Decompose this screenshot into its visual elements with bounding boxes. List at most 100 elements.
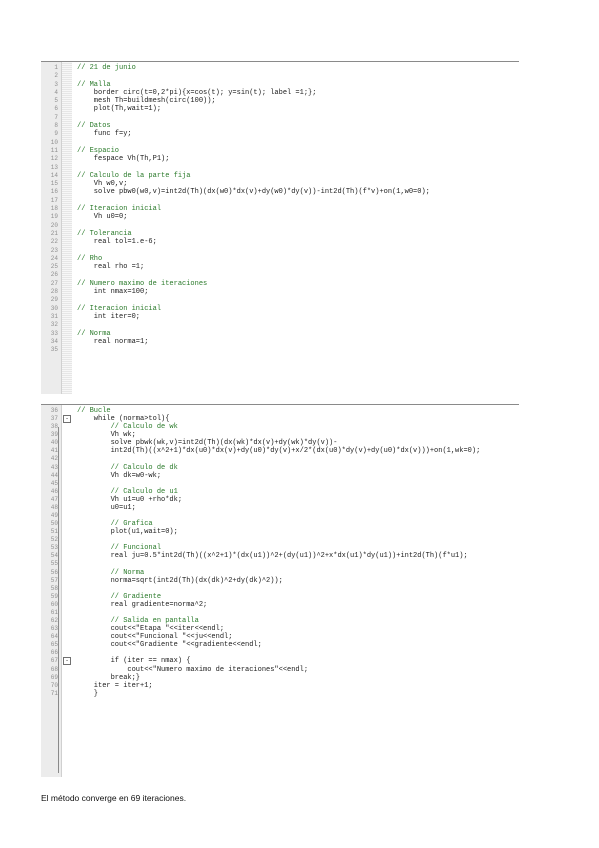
code-line: 37- while (norma>tol){ — [41, 415, 519, 424]
code-text: cout<<"Numero maximo de iteraciones"<<en… — [77, 665, 309, 674]
line-number: 10 — [50, 138, 58, 146]
code-text: real norma=1; — [77, 337, 149, 346]
code-line: 47 Vh u1=u0 +rho*dk; — [41, 496, 519, 504]
code-line: 28 int nmax=100; — [41, 288, 519, 296]
line-number: 52 — [50, 536, 58, 544]
code-line: 65 cout<<"Gradiente "<<gradiente<<endl; — [41, 641, 519, 649]
code-text: // Rho — [77, 254, 103, 263]
code-text: norma=sqrt(int2d(Th)(dx(dk)^2+dy(dk)^2))… — [77, 576, 283, 585]
line-number: 22 — [50, 238, 58, 246]
line-number: 38 — [50, 423, 58, 431]
code-line: 52 — [41, 536, 519, 544]
line-number: 1 — [54, 64, 58, 71]
code-line: 46 // Calculo de u1 — [41, 488, 519, 496]
code-line: 30 // Iteracion inicial — [41, 305, 519, 313]
line-number: 60 — [50, 600, 58, 608]
code-text: mesh Th=buildmesh(circ(100)); — [77, 97, 216, 106]
code-text: break;} — [77, 673, 141, 682]
code-line: 36 // Bucle — [41, 407, 519, 415]
code-line: 64 cout<<"Funcional "<<ju<<endl; — [41, 633, 519, 641]
line-number: 45 — [50, 479, 58, 487]
code-line: 69 break;} — [41, 674, 519, 682]
result-caption: El método converge en 69 iteraciones. — [41, 793, 187, 803]
line-number: 27 — [50, 279, 58, 287]
fold-toggle-icon[interactable]: - — [63, 415, 71, 424]
code-line: 3 // Malla — [41, 81, 519, 89]
code-line: 60 real gradiente=norma^2; — [41, 601, 519, 609]
line-number: 25 — [50, 263, 58, 271]
code-line: 38 // Calculo de wk — [41, 423, 519, 431]
code-text: int2d(Th)((x^2+1)*dx(u0)*dx(v)+dy(u0)*dy… — [77, 447, 481, 456]
code-line: 70 iter = iter+1; — [41, 682, 519, 690]
line-number: 2 — [54, 72, 58, 80]
code-line: 25 real rho =1; — [41, 263, 519, 271]
code-text: real ju=0.5*int2d(Th)((x^2+1)*(dx(u1))^2… — [77, 552, 468, 561]
code-line: 9 func f=y; — [41, 130, 519, 138]
code-line: 42 — [41, 455, 519, 463]
code-text: // Norma — [77, 329, 111, 338]
code-text: cout<<"Etapa "<<iter<<endl; — [77, 625, 225, 634]
code-line: 27 // Numero maximo de iteraciones — [41, 280, 519, 288]
code-text: // Bucle — [77, 407, 111, 415]
code-line: 61 — [41, 609, 519, 617]
code-text: // Gradiente — [77, 592, 162, 601]
code-line: 68 cout<<"Numero maximo de iteraciones"<… — [41, 666, 519, 674]
code-line: 19 Vh u0=0; — [41, 213, 519, 221]
code-line: 58 — [41, 585, 519, 593]
code-text: Vh w0,v; — [77, 180, 128, 189]
code-text: // Calculo de dk — [77, 463, 178, 472]
line-number: 67 — [50, 657, 58, 665]
code-line: 5 mesh Th=buildmesh(circ(100)); — [41, 97, 519, 105]
code-text: // Salida en pantalla — [77, 617, 199, 626]
code-line: 49 — [41, 512, 519, 520]
line-number: 41 — [50, 447, 58, 455]
code-line: 10 — [41, 139, 519, 147]
line-number: 13 — [50, 163, 58, 171]
code-line: 54 real ju=0.5*int2d(Th)((x^2+1)*(dx(u1)… — [41, 552, 519, 560]
code-line: 34 real norma=1; — [41, 338, 519, 346]
code-text: // Iteracion inicial — [77, 304, 162, 313]
line-number: 47 — [50, 495, 58, 503]
fold-toggle-icon[interactable]: - — [63, 657, 71, 666]
line-number: 32 — [50, 321, 58, 329]
line-number: 40 — [50, 439, 58, 447]
code-line: 48 u0=u1; — [41, 504, 519, 512]
code-line: 1 // 21 de junio — [41, 64, 519, 72]
line-number: 3 — [54, 80, 58, 88]
line-number: 34 — [50, 337, 58, 345]
code-line: 11 // Espacio — [41, 147, 519, 155]
line-number: 64 — [50, 633, 58, 641]
line-number: 6 — [54, 105, 58, 113]
line-number: 51 — [50, 528, 58, 536]
code-line: 26 — [41, 271, 519, 279]
line-number: 71 — [50, 689, 58, 697]
code-line: 51 plot(u1,wait=0); — [41, 528, 519, 536]
line-number: 9 — [54, 130, 58, 138]
code-text: cout<<"Gradiente "<<gradiente<<endl; — [77, 641, 262, 650]
line-number: 19 — [50, 213, 58, 221]
code-text: Vh u0=0; — [77, 213, 128, 222]
code-text: solve pbw0(w0,v)=int2d(Th)(dx(w0)*dx(v)+… — [77, 188, 430, 197]
code-text: u0=u1; — [77, 503, 136, 512]
line-number: 15 — [50, 180, 58, 188]
code-lines: 1// 21 de junio 2 3// Malla 4 border circ(t… — [41, 64, 519, 354]
code-text: Vh wk; — [77, 431, 136, 440]
code-line: 55 — [41, 560, 519, 568]
code-line: 35 — [41, 346, 519, 354]
code-line: 62 // Salida en pantalla — [41, 617, 519, 625]
line-number: 24 — [50, 254, 58, 262]
code-line: 39 Vh wk; — [41, 431, 519, 439]
code-line: 24 // Rho — [41, 255, 519, 263]
code-text: real tol=1.e-6; — [77, 238, 157, 247]
line-number: 70 — [50, 681, 58, 689]
code-lines: 36// Bucle 37- while (norma>tol){38 // Ca… — [41, 407, 519, 698]
code-text: // Norma — [77, 568, 145, 577]
line-number: 39 — [50, 431, 58, 439]
code-line: 16 solve pbw0(w0,v)=int2d(Th)(dx(w0)*dx(… — [41, 188, 519, 196]
line-number: 63 — [50, 625, 58, 633]
code-line: 7 — [41, 114, 519, 122]
code-line: 45 — [41, 480, 519, 488]
code-text: while (norma>tol){ — [77, 415, 170, 424]
line-number: 62 — [50, 617, 58, 625]
line-number: 20 — [50, 221, 58, 229]
